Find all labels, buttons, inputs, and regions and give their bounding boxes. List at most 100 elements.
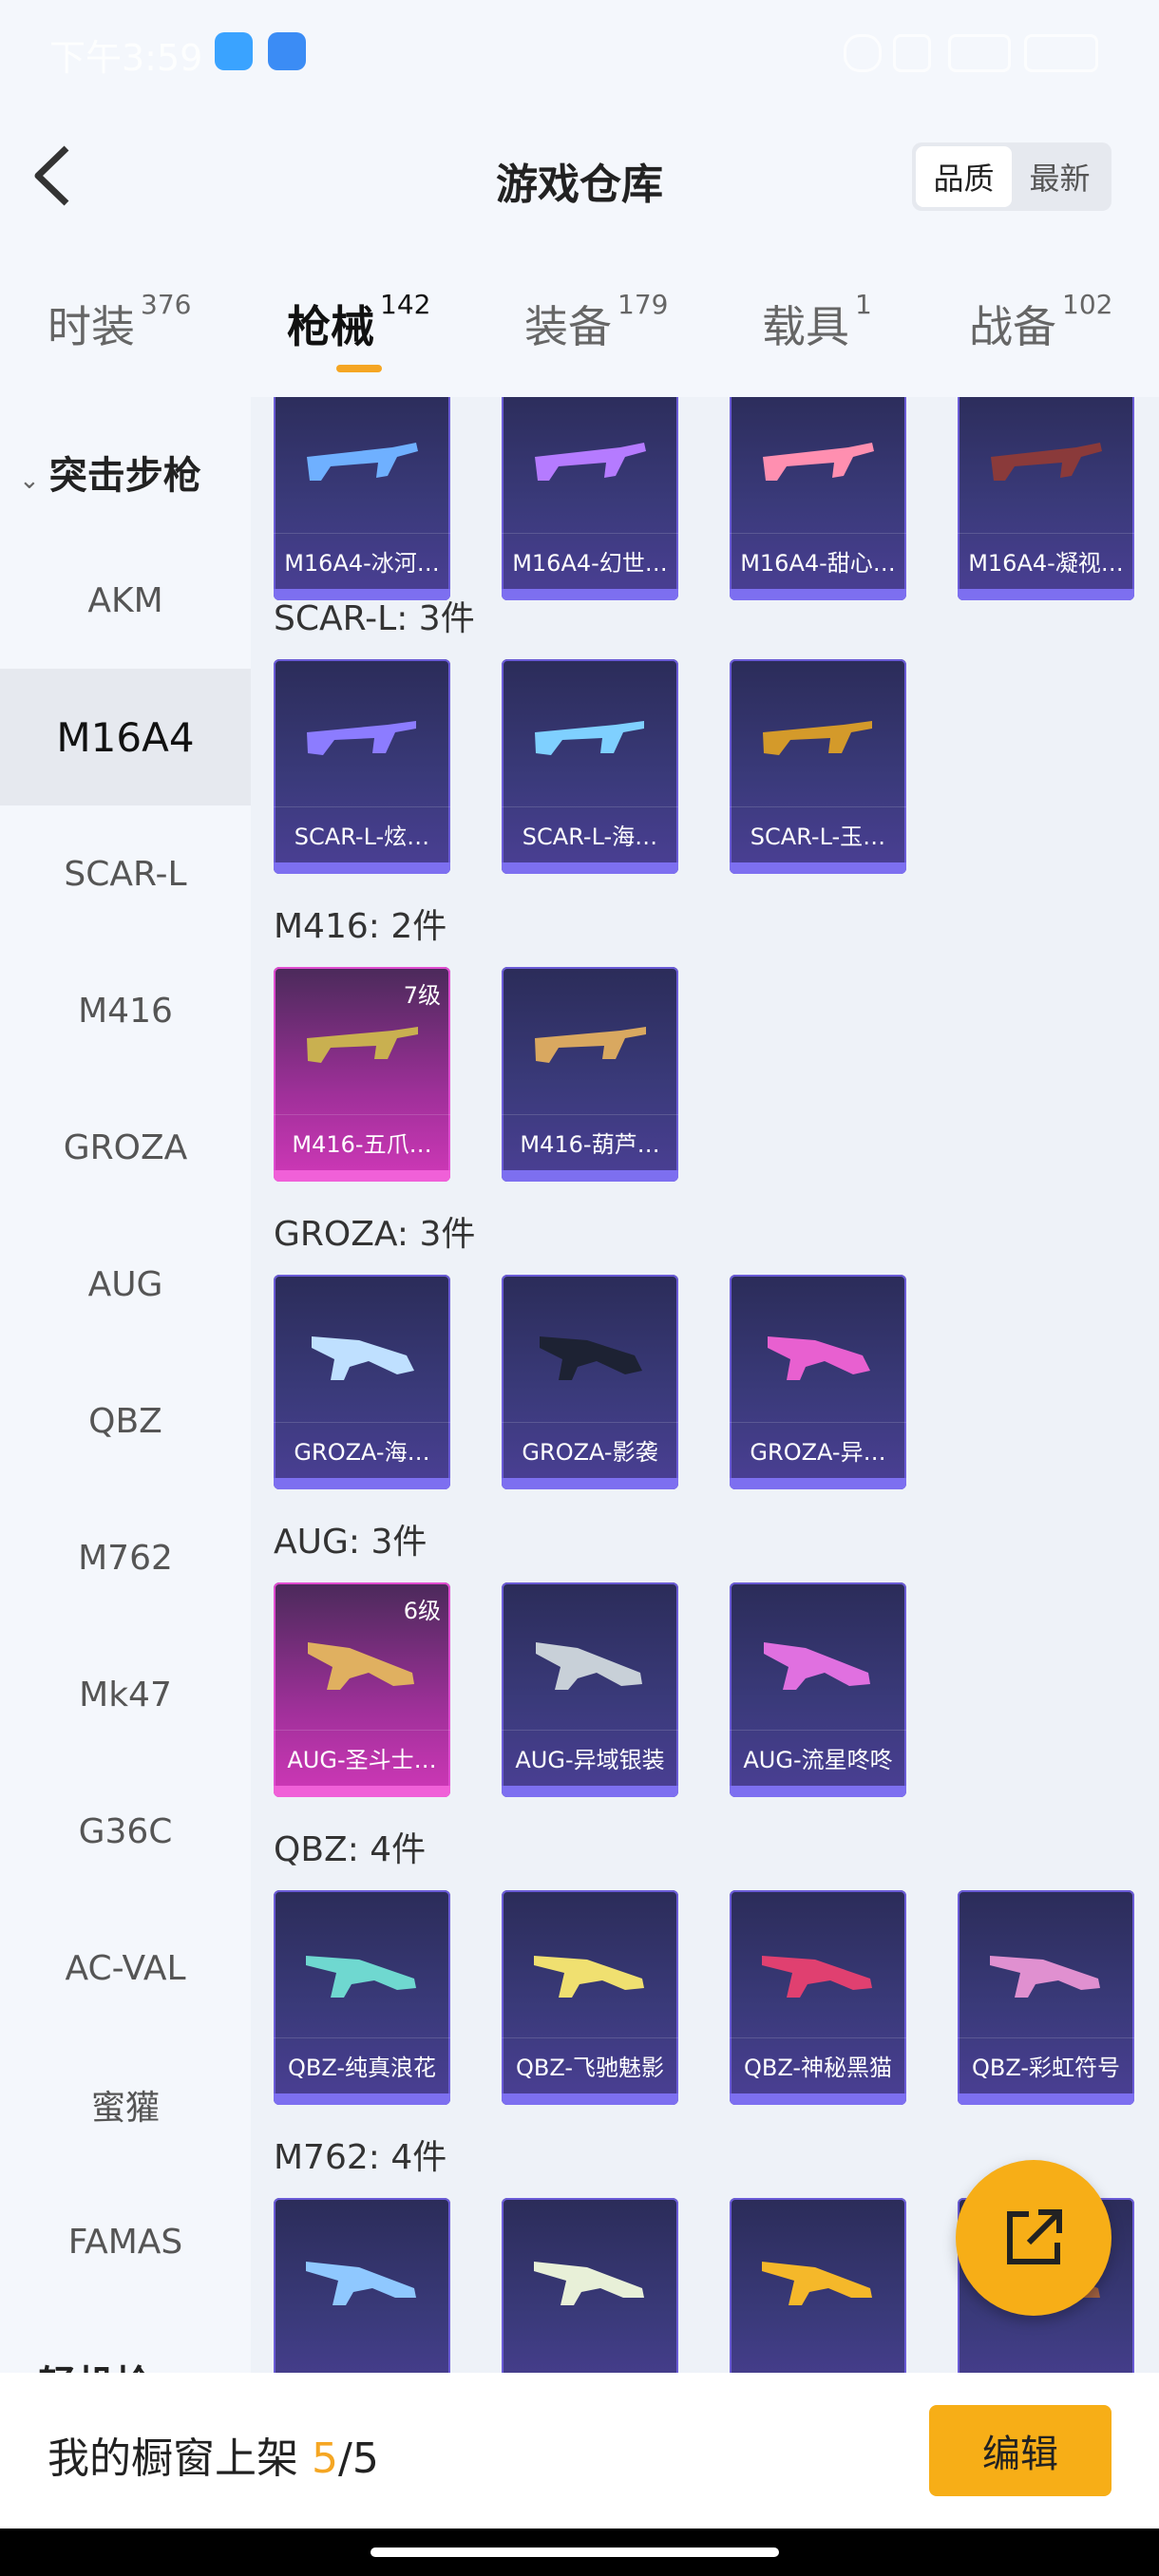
skin-card[interactable]: AUG-流星咚咚 — [730, 1582, 906, 1797]
skin-name: M16A4-幻世… — [502, 533, 678, 587]
skin-card[interactable]: 6级 AUG-圣斗士… — [274, 1582, 450, 1797]
sidebar-item-qbz[interactable]: QBZ — [0, 1353, 251, 1489]
skin-card[interactable]: GROZA-影袭 — [502, 1275, 678, 1489]
rifle-skin-icon — [764, 1642, 870, 1690]
skin-card[interactable]: SCAR-L-海… — [502, 659, 678, 874]
category-tabs: 时装 376 枪械 142 装备 179 载具 1 战备 102 — [0, 247, 1159, 397]
sidebar-item-aug[interactable]: AUG — [0, 1216, 251, 1353]
sort-toggle: 品质 最新 — [912, 142, 1112, 211]
rifle-skin-icon — [306, 2262, 416, 2305]
weapon-skin-list: M16A4-冰河… M16A4-幻世… M16A4-甜心… M16A4-凝视… … — [251, 397, 1159, 2373]
skin-name: M16A4-甜心… — [730, 533, 906, 587]
skin-card[interactable]: QBZ-神秘黑猫 — [730, 1890, 906, 2105]
rifle-skin-icon — [536, 1642, 642, 1690]
rifle-skin-icon — [762, 1956, 872, 1998]
rifle-skin-icon — [762, 2262, 872, 2305]
sidebar-item-ac-val[interactable]: AC-VAL — [0, 1900, 251, 2036]
skin-card[interactable]: QBZ-彩虹符号 — [958, 1890, 1134, 2105]
skin-name: M416-葫芦… — [502, 1114, 678, 1168]
rifle-skin-icon — [307, 443, 418, 481]
skin-card[interactable]: M16A4-幻世… — [502, 397, 678, 600]
skin-card[interactable] — [274, 2198, 450, 2373]
sort-quality-button[interactable]: 品质 — [916, 146, 1012, 207]
tab-active-indicator — [336, 365, 382, 372]
skin-card[interactable]: M16A4-冰河… — [274, 397, 450, 600]
showcase-bar: 我的橱窗上架 5/5 编辑 — [0, 2373, 1159, 2529]
rifle-skin-icon — [308, 1642, 414, 1690]
skin-card[interactable] — [502, 2198, 678, 2373]
rifle-skin-icon — [534, 1956, 644, 1998]
skin-name: M416-五爪… — [274, 1114, 450, 1168]
skin-card[interactable]: GROZA-海… — [274, 1275, 450, 1489]
skin-name: M16A4-凝视… — [958, 533, 1134, 587]
rifle-skin-icon — [991, 443, 1102, 481]
section-title-groza: GROZA: 3件 — [274, 1215, 476, 1254]
skin-name: SCAR-L-海… — [502, 806, 678, 861]
skin-name: SCAR-L-炫… — [274, 806, 450, 861]
header: 游戏仓库 品质 最新 — [0, 104, 1159, 247]
sidebar-item-m16a4[interactable]: M16A4 — [0, 669, 251, 805]
skin-name: QBZ-彩虹符号 — [958, 2037, 1134, 2092]
skin-card[interactable] — [730, 2198, 906, 2373]
skin-card[interactable]: 7级 M416-五爪… — [274, 967, 450, 1182]
status-time: 下午3:59 — [49, 37, 203, 79]
sidebar-item-scar-l[interactable]: SCAR-L — [0, 805, 251, 942]
sidebar-item-akm[interactable]: AKM — [0, 532, 251, 669]
tab-equipment[interactable]: 装备 179 — [524, 289, 668, 355]
navigation-app-icon — [268, 32, 306, 70]
sidebar-item-famas[interactable]: FAMAS — [0, 2173, 251, 2310]
network-icon — [948, 34, 1011, 72]
skin-name: GROZA-海… — [274, 1422, 450, 1476]
sidebar-item-mk47[interactable]: Mk47 — [0, 1626, 251, 1763]
skin-card[interactable]: M16A4-甜心… — [730, 397, 906, 600]
sidebar-item-m762[interactable]: M762 — [0, 1489, 251, 1626]
battery-icon — [1024, 34, 1098, 72]
skin-name: M16A4-冰河… — [274, 533, 450, 587]
home-indicator[interactable] — [370, 2548, 779, 2557]
sidebar-group-assault-rifles[interactable]: ⌄ 突击步枪 — [19, 445, 201, 500]
signal-icon — [844, 34, 882, 72]
section-title-qbz: QBZ: 4件 — [274, 1830, 427, 1869]
skin-name: QBZ-飞驰魅影 — [502, 2037, 678, 2092]
skin-card[interactable]: GROZA-异… — [730, 1275, 906, 1489]
rifle-skin-icon — [535, 443, 646, 481]
system-nav-bar — [0, 2529, 1159, 2576]
tab-vehicles[interactable]: 载具 1 — [762, 289, 872, 355]
chevron-down-icon: ⌄ — [19, 466, 40, 495]
skin-name: QBZ-神秘黑猫 — [730, 2037, 906, 2092]
edit-button[interactable]: 编辑 — [929, 2405, 1112, 2496]
sidebar-item-m416[interactable]: M416 — [0, 942, 251, 1079]
share-button[interactable] — [956, 2160, 1112, 2316]
tab-supplies[interactable]: 战备 102 — [969, 289, 1112, 355]
rifle-skin-icon — [763, 721, 872, 755]
rifle-skin-icon — [540, 1336, 642, 1380]
skin-card[interactable]: M416-葫芦… — [502, 967, 678, 1182]
skin-name: GROZA-影袭 — [502, 1422, 678, 1476]
sidebar-group-lmg[interactable]: ›轻机枪 — [19, 2354, 152, 2373]
status-bar: 下午3:59 — [0, 0, 1159, 104]
tab-fashion[interactable]: 时装 376 — [48, 289, 191, 355]
section-title-m762: M762: 4件 — [274, 2138, 447, 2177]
weather-app-icon — [215, 32, 253, 70]
weapon-sidebar: ⌄ 突击步枪 AKM M16A4 SCAR-L M416 GROZA AUG QB… — [0, 397, 251, 2373]
showcase-status: 我的橱窗上架 5/5 — [48, 2434, 379, 2483]
skin-card[interactable]: QBZ-飞驰魅影 — [502, 1890, 678, 2105]
skin-name: GROZA-异… — [730, 1422, 906, 1476]
sort-newest-button[interactable]: 最新 — [1012, 146, 1108, 207]
rifle-skin-icon — [535, 1027, 646, 1063]
sidebar-item-honey-badger[interactable]: 蜜獾 — [0, 2036, 251, 2173]
skin-card[interactable]: AUG-异域银装 — [502, 1582, 678, 1797]
skin-card[interactable]: SCAR-L-炫… — [274, 659, 450, 874]
skin-name: AUG-圣斗士… — [274, 1730, 450, 1784]
sidebar-item-g36c[interactable]: G36C — [0, 1763, 251, 1900]
tab-guns[interactable]: 枪械 142 — [287, 289, 430, 355]
skin-name: AUG-流星咚咚 — [730, 1730, 906, 1784]
skin-card[interactable]: M16A4-凝视… — [958, 397, 1134, 600]
skin-card[interactable]: SCAR-L-玉… — [730, 659, 906, 874]
sidebar-item-groza[interactable]: GROZA — [0, 1079, 251, 1216]
skin-level-badge: 6级 — [403, 1598, 441, 1624]
message-icon — [893, 34, 931, 72]
rifle-skin-icon — [307, 1027, 418, 1063]
rifle-skin-icon — [312, 1336, 414, 1380]
skin-card[interactable]: QBZ-纯真浪花 — [274, 1890, 450, 2105]
